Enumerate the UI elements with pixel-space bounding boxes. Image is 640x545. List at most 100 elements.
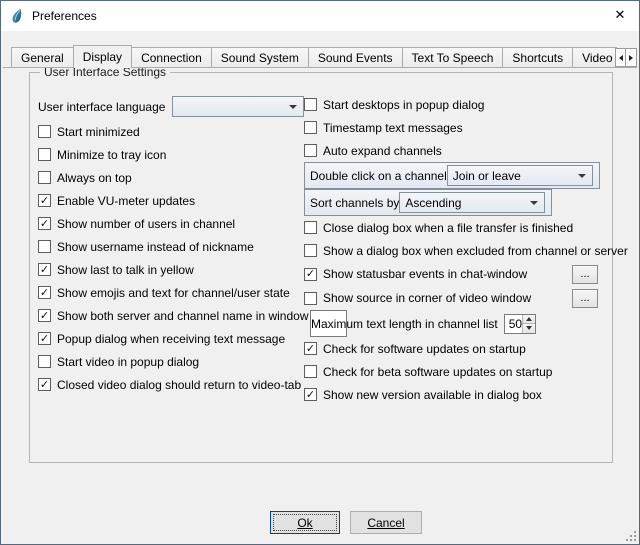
checkbox-start-desktops-in-popup-dialog[interactable]: [304, 98, 317, 111]
label-start-desktops-in-popup-dialog: Start desktops in popup dialog: [323, 98, 484, 112]
resize-grip[interactable]: [624, 529, 636, 541]
label-show-number-of-users-in-channel: Show number of users in channel: [57, 217, 235, 231]
window-title: Preferences: [32, 9, 97, 23]
spin-down-button[interactable]: [523, 324, 535, 333]
checkbox-start-minimized[interactable]: [38, 125, 51, 138]
row-start-minimized: Start minimized: [38, 120, 304, 143]
label-show-emojis-and-text-for-channel-user-state: Show emojis and text for channel/user st…: [57, 286, 290, 300]
tab-strip: GeneralDisplayConnectionSound SystemSoun…: [3, 44, 637, 68]
checkbox-enable-vu-meter-updates[interactable]: ✓: [38, 194, 51, 207]
row-close-dialog-box-when-a-file-transfer-is-finished: Close dialog box when a file transfer is…: [304, 216, 606, 239]
spin-up-button[interactable]: [523, 315, 535, 325]
spin-buttons: [522, 315, 535, 333]
checkbox-close-dialog-box-when-a-file-transfer-is-finished[interactable]: [304, 221, 317, 234]
checkbox-show-new-version-available-in-dialog-box[interactable]: ✓: [304, 388, 317, 401]
row-user-interface-language: User interface language: [38, 93, 304, 120]
label-double-click-on-a-channel: Double click on a channel: [310, 169, 447, 183]
dropdown-value: Ascending: [405, 196, 461, 210]
preferences-window: Preferences ✕ GeneralDisplayConnectionSo…: [0, 0, 640, 545]
checkbox-show-both-server-and-channel-name-in-window-title[interactable]: ✓: [38, 309, 51, 322]
tab-connection[interactable]: Connection: [131, 47, 212, 68]
chevron-down-icon: [578, 174, 586, 178]
checkbox-auto-expand-channels[interactable]: [304, 144, 317, 157]
dropdown-sort-channels-by[interactable]: Ascending: [399, 192, 545, 213]
app-icon: [9, 8, 25, 24]
row-show-username-instead-of-nickname: Show username instead of nickname: [38, 235, 304, 258]
label-show-last-to-talk-in-yellow: Show last to talk in yellow: [57, 263, 194, 277]
tab-sound-system[interactable]: Sound System: [211, 47, 309, 68]
close-icon[interactable]: ✕: [601, 1, 639, 31]
row-always-on-top: Always on top: [38, 166, 304, 189]
row-show-last-to-talk-in-yellow: ✓ Show last to talk in yellow: [38, 258, 304, 281]
row-closed-video-dialog-should-return-to-video-tab: ✓ Closed video dialog should return to vi…: [38, 373, 304, 396]
checkbox-show-statusbar-events-in-chat-window[interactable]: ✓: [304, 268, 317, 281]
ellipsis-button-show-statusbar-events-in-chat-window[interactable]: ...: [572, 265, 598, 284]
chevron-down-icon: [530, 201, 538, 205]
chevron-left-icon: [619, 55, 623, 61]
tab-display[interactable]: Display: [73, 45, 132, 68]
label-show-new-version-available-in-dialog-box: Show new version available in dialog box: [323, 388, 542, 402]
tab-shortcuts[interactable]: Shortcuts: [502, 47, 573, 68]
checkmark-icon: ✓: [40, 310, 49, 321]
chevron-down-icon: [526, 326, 532, 330]
checkmark-icon: ✓: [306, 389, 315, 400]
checkmark-icon: ✓: [40, 287, 49, 298]
label-show-source-in-corner-of-video-window: Show source in corner of video window: [323, 291, 531, 305]
dropdown-value: Join or leave: [453, 169, 521, 183]
label-minimize-to-tray-icon: Minimize to tray icon: [57, 148, 166, 162]
checkbox-minimize-to-tray-icon[interactable]: [38, 148, 51, 161]
ellipsis-button-show-source-in-corner-of-video-window[interactable]: ...: [572, 289, 598, 308]
checkbox-always-on-top[interactable]: [38, 171, 51, 184]
label-auto-expand-channels: Auto expand channels: [323, 144, 442, 158]
row-timestamp-text-messages: Timestamp text messages: [304, 116, 606, 139]
cancel-button[interactable]: Cancel: [350, 511, 422, 534]
row-enable-vu-meter-updates: ✓ Enable VU-meter updates: [38, 189, 304, 212]
checkbox-start-video-in-popup-dialog[interactable]: [38, 355, 51, 368]
checkbox-show-source-in-corner-of-video-window[interactable]: [304, 292, 317, 305]
tab-scroll-right-button[interactable]: [626, 48, 637, 67]
tab-sound-events[interactable]: Sound Events: [308, 47, 403, 68]
ok-button[interactable]: Ok: [270, 511, 340, 534]
checkbox-show-a-dialog-box-when-excluded-from-channel-or-server[interactable]: [304, 244, 317, 257]
checkbox-check-for-beta-software-updates-on-startup[interactable]: [304, 365, 317, 378]
tab-text-to-speech[interactable]: Text To Speech: [402, 47, 504, 68]
checkbox-closed-video-dialog-should-return-to-video-tab[interactable]: ✓: [38, 378, 51, 391]
checkbox-show-username-instead-of-nickname[interactable]: [38, 240, 51, 253]
label-start-minimized: Start minimized: [57, 125, 140, 139]
checkbox-check-for-software-updates-on-startup[interactable]: ✓: [304, 342, 317, 355]
label-always-on-top: Always on top: [57, 171, 132, 185]
dropdown-user-interface-language[interactable]: [172, 96, 304, 117]
checkmark-icon: ✓: [40, 379, 49, 390]
checkbox-popup-dialog-when-receiving-text-message[interactable]: ✓: [38, 332, 51, 345]
tab-scroll: [615, 48, 637, 67]
checkmark-icon: ✓: [40, 195, 49, 206]
label-close-dialog-box-when-a-file-transfer-is-finished: Close dialog box when a file transfer is…: [323, 221, 573, 235]
label-timestamp-text-messages: Timestamp text messages: [323, 121, 463, 135]
tab-general[interactable]: General: [11, 47, 74, 68]
label-enable-vu-meter-updates: Enable VU-meter updates: [57, 194, 195, 208]
row-double-click-on-a-channel: Double click on a channel Join or leave: [304, 162, 600, 189]
checkbox-timestamp-text-messages[interactable]: [304, 121, 317, 134]
right-column: Start desktops in popup dialog Timestamp …: [304, 93, 606, 406]
row-start-video-in-popup-dialog: Start video in popup dialog: [38, 350, 304, 373]
dropdown-double-click-on-a-channel[interactable]: Join or leave: [447, 165, 593, 186]
spinbox-maximum-text-length-in-channel-list[interactable]: 50: [504, 314, 536, 334]
chevron-up-icon: [526, 317, 532, 321]
chevron-right-icon: [629, 55, 633, 61]
label-show-a-dialog-box-when-excluded-from-channel-or-server: Show a dialog box when excluded from cha…: [323, 244, 628, 258]
chevron-down-icon: [289, 105, 297, 109]
label-closed-video-dialog-should-return-to-video-tab: Closed video dialog should return to vid…: [57, 378, 301, 392]
tab-video[interactable]: Video: [572, 47, 617, 68]
row-check-for-software-updates-on-startup: ✓Check for software updates on startup: [304, 337, 606, 360]
tab-scroll-left-button[interactable]: [615, 48, 626, 67]
checkbox-show-emojis-and-text-for-channel-user-state[interactable]: ✓: [38, 286, 51, 299]
row-show-emojis-and-text-for-channel-user-state: ✓ Show emojis and text for channel/user s…: [38, 281, 304, 304]
checkbox-show-number-of-users-in-channel[interactable]: ✓: [38, 217, 51, 230]
row-show-statusbar-events-in-chat-window: ✓Show statusbar events in chat-window...: [304, 262, 606, 286]
label-show-username-instead-of-nickname: Show username instead of nickname: [57, 240, 254, 254]
row-popup-dialog-when-receiving-text-message: ✓Popup dialog when receiving text messag…: [38, 327, 304, 350]
row-minimize-to-tray-icon: Minimize to tray icon: [38, 143, 304, 166]
title-bar: Preferences ✕: [1, 1, 639, 31]
checkbox-show-last-to-talk-in-yellow[interactable]: ✓: [38, 263, 51, 276]
row-check-for-beta-software-updates-on-startup: Check for beta software updates on start…: [304, 360, 606, 383]
